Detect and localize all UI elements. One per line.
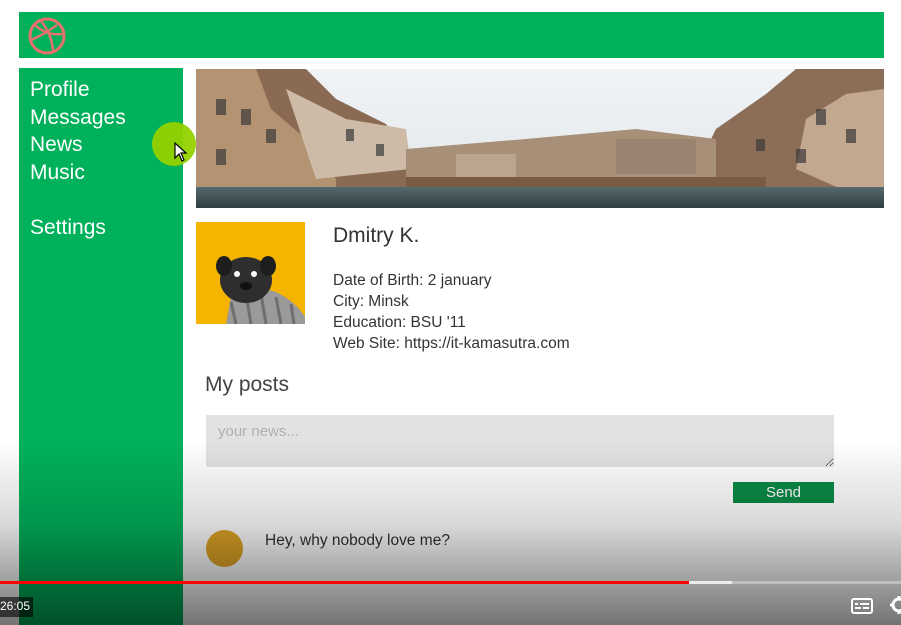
mouse-pointer-icon	[174, 142, 188, 162]
post-text: Hey, why nobody love me?	[265, 532, 450, 549]
profile-education: Education: BSU '11	[333, 314, 466, 331]
dribbble-ball-icon[interactable]	[27, 16, 67, 56]
profile-avatar	[196, 222, 305, 324]
posts-title: My posts	[205, 373, 290, 396]
post-avatar	[206, 530, 243, 567]
video-time-label: 26:05	[0, 597, 34, 617]
profile-name: Dmitry K.	[333, 224, 420, 247]
new-post-input[interactable]	[206, 415, 834, 467]
profile-banner	[196, 69, 884, 208]
video-played-bar	[0, 581, 690, 584]
sidebar-item-messages[interactable]: Messages	[30, 106, 126, 130]
sidebar-item-news[interactable]: News	[30, 133, 83, 157]
subtitles-icon[interactable]	[851, 598, 873, 614]
sidebar-item-profile[interactable]: Profile	[30, 78, 90, 102]
video-progress-bar[interactable]	[0, 581, 901, 584]
profile-city: City: Minsk	[333, 293, 409, 310]
sidebar-item-settings[interactable]: Settings	[30, 216, 106, 240]
city-canal-banner-image	[196, 69, 884, 208]
profile-website[interactable]: Web Site: https://it-kamasutra.com	[333, 335, 570, 353]
pug-avatar-image	[196, 222, 305, 324]
app-header	[19, 12, 884, 58]
sidebar-item-music[interactable]: Music	[30, 161, 85, 185]
settings-gear-icon[interactable]	[889, 595, 901, 615]
profile-birthdate: Date of Birth: 2 january	[333, 272, 492, 289]
send-button[interactable]: Send	[733, 482, 834, 503]
